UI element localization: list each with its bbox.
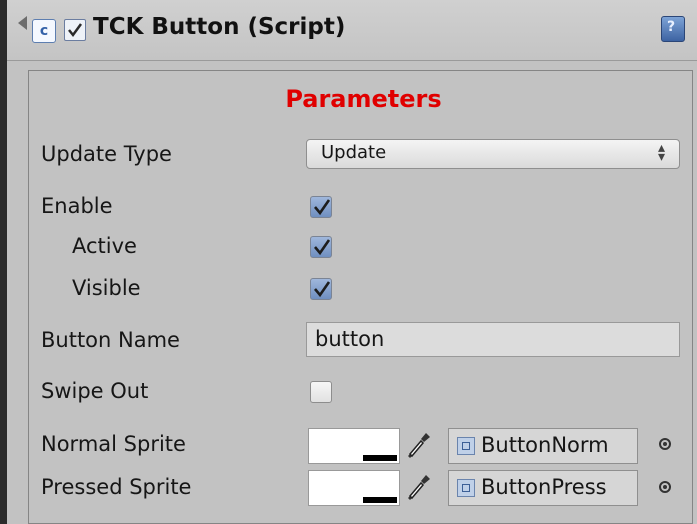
normal-sprite-label: Normal Sprite — [41, 432, 186, 456]
component-enabled-checkbox[interactable] — [64, 19, 86, 41]
enable-checkbox[interactable] — [310, 196, 332, 218]
button-name-input[interactable]: button — [306, 322, 680, 357]
object-picker-target-icon[interactable] — [659, 438, 671, 450]
section-title: Parameters — [285, 85, 442, 113]
help-book-icon[interactable] — [661, 16, 685, 42]
csharp-script-icon: c — [32, 19, 56, 43]
enable-label: Enable — [41, 194, 113, 218]
normal-sprite-value: ButtonNorm — [481, 433, 609, 457]
pressed-sprite-label: Pressed Sprite — [41, 475, 192, 499]
button-name-label: Button Name — [41, 328, 180, 352]
color-alpha-bar — [363, 497, 397, 503]
sprite-asset-icon — [457, 437, 475, 455]
pressed-sprite-color-swatch[interactable] — [308, 470, 400, 506]
foldout-arrow-icon[interactable] — [18, 16, 27, 30]
visible-checkbox[interactable] — [310, 278, 332, 300]
button-name-value: button — [315, 327, 385, 351]
component-title: TCK Button (Script) — [93, 14, 346, 40]
update-type-value: Update — [321, 142, 387, 163]
visible-label: Visible — [72, 276, 141, 300]
color-alpha-bar — [363, 455, 397, 461]
swipe-out-checkbox[interactable] — [310, 381, 332, 403]
component-header[interactable]: c TCK Button (Script) — [7, 0, 697, 61]
checkmark-icon — [314, 239, 331, 256]
checkmark-icon — [314, 281, 331, 298]
normal-sprite-color-swatch[interactable] — [308, 428, 400, 464]
dropdown-arrows-icon: ▴ ▾ — [657, 140, 665, 165]
pressed-sprite-value: ButtonPress — [481, 475, 607, 499]
checkmark-icon — [68, 23, 83, 38]
active-checkbox[interactable] — [310, 236, 332, 258]
pressed-sprite-object-field[interactable]: ButtonPress — [448, 470, 638, 506]
checkmark-icon — [314, 199, 331, 216]
update-type-dropdown[interactable]: Update ▴ ▾ — [306, 139, 680, 169]
normal-sprite-object-field[interactable]: ButtonNorm — [448, 428, 638, 464]
window-left-border — [0, 0, 7, 524]
swipe-out-label: Swipe Out — [41, 379, 149, 403]
sprite-asset-icon — [457, 479, 475, 497]
active-label: Active — [72, 234, 137, 258]
eyedropper-icon[interactable] — [406, 472, 432, 502]
eyedropper-icon[interactable] — [406, 430, 432, 460]
update-type-label: Update Type — [41, 142, 172, 166]
object-picker-target-icon[interactable] — [659, 481, 671, 493]
